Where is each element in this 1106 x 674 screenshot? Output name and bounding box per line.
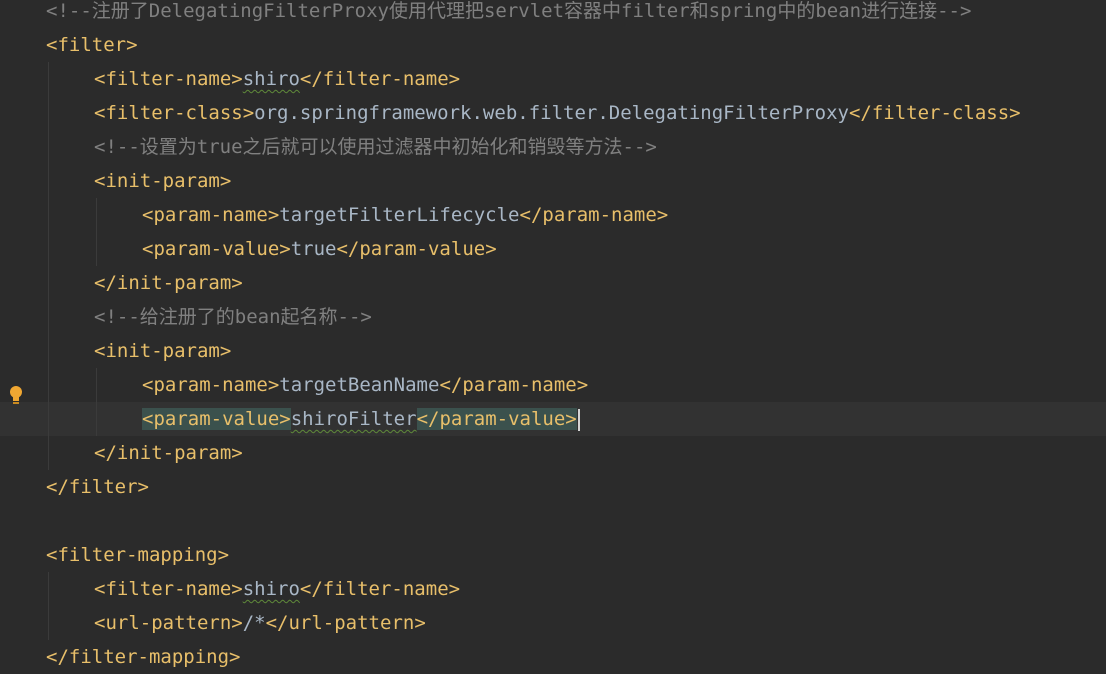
- xml-tag: </filter>: [46, 476, 149, 498]
- xml-tag: </init-param>: [94, 442, 243, 464]
- xml-open-tag: <param-value>: [142, 408, 291, 430]
- xml-close-tag: </filter-class>: [848, 102, 1021, 124]
- indent-guide: [48, 62, 49, 470]
- code-line[interactable]: <filter>: [0, 28, 1106, 62]
- code-line[interactable]: </filter-mapping>: [0, 640, 1106, 674]
- xml-text-value: shiro: [242, 578, 300, 600]
- code-line[interactable]: <param-value>true</param-value>: [0, 232, 1106, 266]
- code-line[interactable]: <init-param>: [0, 164, 1106, 198]
- code-line[interactable]: <param-name>targetFilterLifecycle</param…: [0, 198, 1106, 232]
- xml-text-value: org.springframework.web.filter.Delegatin…: [254, 102, 849, 124]
- code-line[interactable]: <url-pattern>/*</url-pattern>: [0, 606, 1106, 640]
- text-caret: [577, 408, 580, 431]
- xml-tag: <init-param>: [94, 340, 232, 362]
- xml-close-tag: </param-name>: [519, 204, 669, 226]
- xml-close-tag: </filter-name>: [299, 68, 461, 90]
- xml-text-value: shiro: [242, 68, 300, 90]
- xml-close-tag: </url-pattern>: [265, 612, 426, 634]
- xml-text-value: targetBeanName: [279, 374, 440, 396]
- code-line[interactable]: <filter-mapping>: [0, 538, 1106, 572]
- code-line[interactable]: </filter>: [0, 470, 1106, 504]
- indent-guide: [96, 368, 97, 436]
- code-comment: <!--给注册了的bean起名称-->: [94, 306, 372, 328]
- xml-close-tag: </param-name>: [439, 374, 589, 396]
- code-line[interactable]: </init-param>: [0, 266, 1106, 300]
- xml-tag: <filter-mapping>: [46, 544, 230, 566]
- xml-open-tag: <filter-name>: [94, 68, 243, 90]
- code-comment: <!--设置为true之后就可以使用过滤器中初始化和销毁等方法-->: [94, 136, 657, 158]
- xml-open-tag: <param-name>: [142, 374, 280, 396]
- lightbulb-icon[interactable]: [8, 385, 24, 407]
- code-line[interactable]: <filter-name>shiro</filter-name>: [0, 62, 1106, 96]
- code-line[interactable]: <!--给注册了的bean起名称-->: [0, 300, 1106, 334]
- indent-guide: [48, 572, 49, 640]
- xml-tag: </filter-mapping>: [46, 646, 241, 668]
- code-line[interactable]: <param-name>targetBeanName</param-name>: [0, 368, 1106, 402]
- xml-open-tag: <filter-class>: [94, 102, 255, 124]
- xml-text-value: targetFilterLifecycle: [279, 204, 520, 226]
- xml-text-value: true: [290, 238, 337, 260]
- code-line[interactable]: <!--注册了DelegatingFilterProxy使用代理把servlet…: [0, 0, 1106, 28]
- xml-tag: </init-param>: [94, 272, 243, 294]
- xml-tag: <init-param>: [94, 170, 232, 192]
- code-comment: <!--注册了DelegatingFilterProxy使用代理把servlet…: [46, 0, 972, 22]
- code-line[interactable]: </init-param>: [0, 436, 1106, 470]
- code-line[interactable]: <init-param>: [0, 334, 1106, 368]
- xml-close-tag: </param-value>: [336, 238, 497, 260]
- xml-open-tag: <param-name>: [142, 204, 280, 226]
- xml-text-value: shiroFilter: [290, 408, 417, 430]
- code-editor[interactable]: <!--注册了DelegatingFilterProxy使用代理把servlet…: [0, 0, 1106, 668]
- xml-text-value: /*: [242, 612, 266, 634]
- xml-open-tag: <url-pattern>: [94, 612, 243, 634]
- xml-open-tag: <filter-name>: [94, 578, 243, 600]
- xml-close-tag: </param-value>: [416, 408, 577, 430]
- xml-close-tag: </filter-name>: [299, 578, 461, 600]
- code-line[interactable]: <filter-class>org.springframework.web.fi…: [0, 96, 1106, 130]
- xml-tag: <filter>: [46, 34, 138, 56]
- xml-open-tag: <param-value>: [142, 238, 291, 260]
- code-line[interactable]: <!--设置为true之后就可以使用过滤器中初始化和销毁等方法-->: [0, 130, 1106, 164]
- code-line[interactable]: <param-value>shiroFilter</param-value>: [0, 402, 1106, 436]
- code-line[interactable]: [0, 504, 1106, 538]
- code-line[interactable]: <filter-name>shiro</filter-name>: [0, 572, 1106, 606]
- indent-guide: [96, 198, 97, 266]
